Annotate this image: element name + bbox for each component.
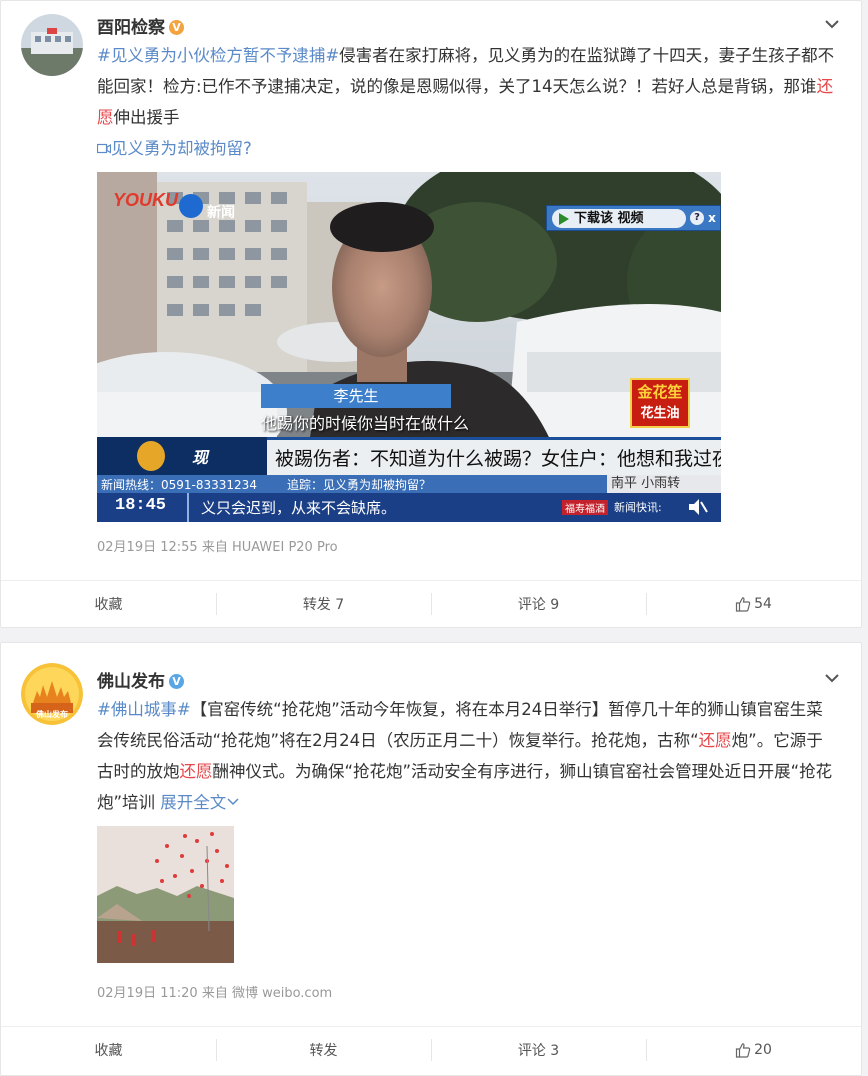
comment-button[interactable]: 评论 9 — [431, 581, 646, 626]
ticker-text: 义只会迟到，从来不会缺席。 — [201, 499, 397, 517]
sponsor-product: 花生油 — [640, 406, 680, 421]
username-text[interactable]: 佛山发布 — [97, 672, 165, 692]
bottom-ticker: 18:45 义只会迟到，从来不会缺席。 福寿福酒 新闻快讯: — [97, 493, 721, 522]
video-link-icon — [96, 133, 112, 164]
chevron-down-icon[interactable] — [226, 796, 240, 808]
keyword-highlight: 还愿 — [179, 762, 213, 781]
avatar[interactable] — [21, 14, 83, 76]
youku-logo: YOUKU — [113, 190, 178, 211]
repost-button[interactable]: 转发 7 — [216, 581, 431, 626]
help-icon[interactable]: ? — [690, 211, 704, 225]
like-button[interactable]: 20 — [646, 1027, 861, 1072]
favorite-button[interactable]: 收藏 — [1, 581, 216, 626]
repost-label: 转发 7 — [302, 596, 345, 613]
clock-text: 18:45 — [115, 496, 167, 515]
thumbs-up-icon — [735, 596, 751, 612]
fireworks-photo — [97, 826, 234, 963]
repost-button[interactable]: 转发 — [216, 1027, 431, 1072]
trophy-icon — [137, 441, 165, 471]
news-channel-logo — [179, 194, 203, 218]
news-headline-bar: 被踢伤者：不知道为什么被踢？女住户：他想和我过夜 — [267, 437, 721, 475]
avatar[interactable]: 佛山发布 — [21, 663, 83, 725]
avatar-label: 佛山发布 — [36, 710, 68, 719]
post-text: #见义勇为小伙检方暂不予逮捕#侵害者在家打麻将，见义勇为的在监狱蹲了十四天，妻子… — [97, 40, 837, 133]
weibo-post-card: 佛山发布 佛山发布 V #佛山城事#【官窑传统“抢花炮”活动今年恢复，将在本月24… — [0, 642, 862, 1076]
chevron-down-icon[interactable] — [821, 667, 843, 689]
verified-badge-icon: V — [169, 20, 184, 35]
like-count: 20 — [754, 1041, 772, 1058]
action-bar: 收藏 转发 7 评论 9 54 — [1, 580, 861, 626]
post-image[interactable] — [97, 826, 234, 963]
news-ticker-left-logo: 现 — [97, 437, 267, 475]
comment-button[interactable]: 评论 3 — [431, 1027, 646, 1072]
keyword-highlight: 还愿 — [698, 731, 732, 750]
thumbs-up-icon — [735, 1042, 751, 1058]
scene-logo: 现 — [192, 448, 209, 467]
ticker-news-label: 新闻快讯: — [614, 501, 662, 514]
favorite-label: 收藏 — [94, 1042, 123, 1059]
like-button[interactable]: 54 — [646, 581, 861, 626]
comment-label: 评论 9 — [517, 596, 560, 613]
post-meta: 02月19日 12:55 来自 HUAWEI P20 Pro — [97, 540, 338, 555]
play-icon — [559, 213, 569, 225]
youku-logo-text: YOUKU — [113, 190, 179, 210]
volume-icon[interactable] — [687, 496, 709, 518]
favorite-label: 收藏 — [94, 596, 123, 613]
verified-badge-icon: V — [169, 674, 184, 689]
video-link[interactable]: 见义勇为却被拘留? — [96, 133, 837, 164]
post-text: #佛山城事#【官窑传统“抢花炮”活动今年恢复，将在本月24日举行】暂停几十年的狮… — [97, 694, 837, 818]
sponsor-logo: 金花笙 花生油 — [630, 378, 690, 428]
follow-text: 追踪：见义勇为却被拘留？ — [287, 478, 432, 492]
close-icon[interactable]: x — [705, 210, 719, 226]
news-headline-text: 被踢伤者：不知道为什么被踢？女住户：他想和我过夜 — [275, 448, 721, 470]
weather-ticker: 南平 小雨转 — [607, 475, 721, 493]
download-video-label: 下载该 视频 — [574, 211, 644, 226]
action-bar: 收藏 转发 评论 3 20 — [1, 1026, 861, 1072]
video-link-text[interactable]: 见义勇为却被拘留? — [111, 139, 252, 158]
avatar-image — [21, 14, 83, 76]
repost-label: 转发 — [309, 1042, 338, 1059]
ticker-brand: 福寿福酒 — [562, 500, 608, 515]
username-text[interactable]: 酉阳检察 — [97, 18, 165, 38]
username[interactable]: 酉阳检察 V — [97, 13, 184, 38]
news-channel-label: 新闻 — [207, 205, 235, 221]
post-meta: 02月19日 11:20 来自 微博 weibo.com — [97, 986, 333, 1001]
sponsor-name: 金花笙 — [637, 383, 683, 401]
topic-tag[interactable]: #见义勇为小伙检方暂不予逮捕# — [97, 46, 339, 65]
favorite-button[interactable]: 收藏 — [1, 1027, 216, 1072]
topic-tag[interactable]: #佛山城事# — [97, 700, 191, 719]
subtitle: 他踢你的时候你当时在做什么 — [261, 414, 470, 433]
username[interactable]: 佛山发布 V — [97, 667, 184, 692]
download-video-bar[interactable]: 下载该 视频 ? x — [546, 205, 721, 231]
weibo-post-card: 酉阳检察 V #见义勇为小伙检方暂不予逮捕#侵害者在家打麻将，见义勇为的在监狱蹲了… — [0, 0, 862, 628]
hotline-text: 新闻热线：0591-83331234 — [101, 478, 257, 492]
chevron-down-icon[interactable] — [821, 13, 843, 35]
like-count: 54 — [754, 595, 772, 612]
speaker-name-tag: 李先生 — [261, 384, 451, 408]
expand-full-text-link[interactable]: 展开全文 — [160, 793, 226, 812]
post-text-segment: 伸出援手 — [113, 108, 180, 127]
video-player[interactable]: YOUKU 新闻 下载该 视频 ? x 金花笙 花生油 李先生 他踢你的时候你当… — [97, 172, 721, 522]
download-video-button[interactable]: 下载该 视频 — [552, 209, 686, 228]
comment-label: 评论 3 — [517, 1042, 560, 1059]
